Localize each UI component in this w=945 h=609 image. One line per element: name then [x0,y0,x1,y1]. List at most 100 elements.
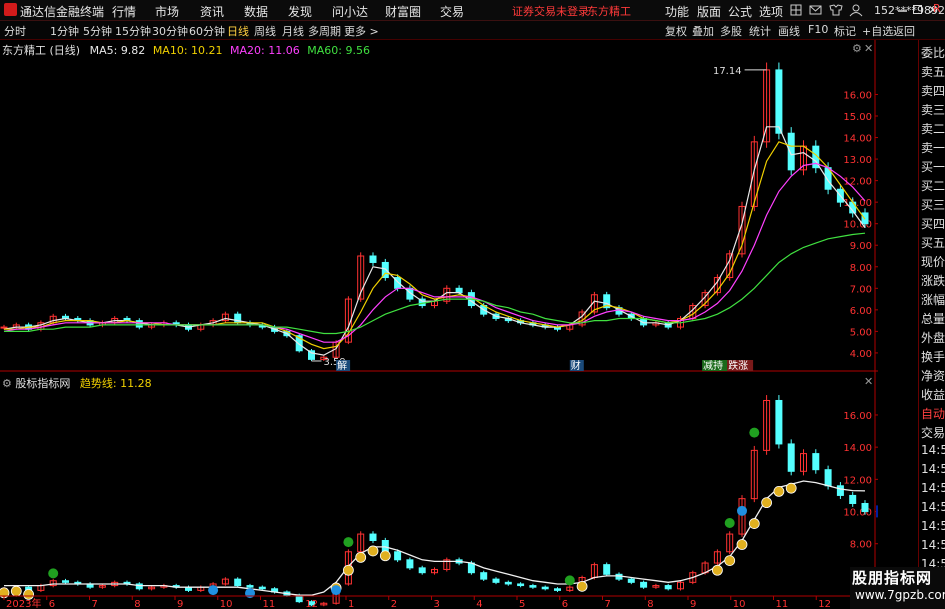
skin-icon[interactable] [829,4,843,16]
x-tick-label: 9 [690,599,696,609]
x-tick-label: 4 [476,599,482,609]
sidebar-item[interactable]: 委比 [921,44,945,61]
x-tick-label: 10 [220,599,233,609]
period-30min[interactable]: 30分钟 [152,23,188,39]
period-1min[interactable]: 1分钟 [50,23,79,39]
sidebar-item[interactable]: 14:56 [921,519,945,533]
close-panel-icon[interactable]: ✕ [864,42,873,55]
sidebar-item[interactable]: 买一 [921,158,945,175]
candle-body [135,320,143,328]
period-multi[interactable]: 多周期 [308,23,341,39]
menu-gongshi[interactable]: 公式 [728,3,752,20]
period-daily[interactable]: 日线 [227,23,249,39]
toolbar-corner-r[interactable]: R [933,2,941,15]
sidebar-item[interactable]: 现价 [921,253,945,270]
indicator-source: 股标指标网 [15,377,71,390]
minimize-icon[interactable] [897,3,909,16]
sidebar-item[interactable]: 交易 [921,424,945,441]
sidebar-item[interactable]: 收益 [921,386,945,403]
signal-coin [10,585,22,597]
gear-small-icon[interactable]: ⚙ [2,377,12,390]
sidebar-item[interactable]: 卖五 [921,63,945,80]
menu-caifuquan[interactable]: 财富圈 [385,3,421,20]
fuquan-button[interactable]: 复权 [665,23,687,39]
y-tick-label: 6.00 [850,306,872,317]
ind-y-tick-label: 12.00 [843,475,872,486]
menu-wenxiaoda[interactable]: 问小达 [332,3,368,20]
sidebar-item[interactable]: 涨跌 [921,272,945,289]
menu-zixun[interactable]: 资讯 [200,3,224,20]
candle-body [787,132,795,171]
sidebar-item[interactable]: 14:56 [921,481,945,495]
trade-login-notice[interactable]: 证券交易未登录 [512,3,589,19]
menu-jiaoyi[interactable]: 交易 [440,3,464,20]
period-weekly[interactable]: 周线 [254,23,276,39]
x-tick-label: 5 [519,599,525,609]
ind-candle-body [258,586,266,590]
event-finance: 财 [571,359,581,372]
stats-button[interactable]: 统计 [749,23,771,39]
signal-green [724,517,735,528]
sidebar-item[interactable]: 买三 [921,196,945,213]
signal-blue [208,585,219,596]
sidebar-item[interactable]: 买二 [921,177,945,194]
user-icon[interactable] [849,4,863,17]
sidebar-item[interactable]: 买五 [921,234,945,251]
sidebar-item[interactable]: 14:56 [921,462,945,476]
x-tick-label: 3 [434,599,440,609]
sidebar-item[interactable]: 自动 [921,405,945,422]
sidebar-item[interactable]: 卖一 [921,139,945,156]
mark-button[interactable]: 标记 [834,23,856,39]
ma-line-ma60 [4,232,866,335]
sidebar-item[interactable]: 14:56 [921,500,945,514]
sidebar-item[interactable]: 外盘 [921,329,945,346]
period-more[interactable]: 更多 > [344,23,379,39]
ind-y-tick-label: 16.00 [843,411,872,422]
message-icon[interactable] [809,5,822,15]
sidebar-item[interactable]: 买四 [921,215,945,232]
grid-icon[interactable] [790,4,802,16]
ind-candle-body [824,469,832,487]
period-5min[interactable]: 5分钟 [83,23,112,39]
menu-shichang[interactable]: 市场 [155,3,179,20]
menu-shuju[interactable]: 数据 [244,3,268,20]
maximize-icon[interactable] [912,3,924,16]
menu-banmian[interactable]: 版面 [697,3,721,20]
sidebar-item[interactable]: 卖四 [921,82,945,99]
ind-candle-body [664,585,672,590]
signal-blue [331,585,342,596]
ind-candle-body [517,583,525,587]
event-unlock: 解 [337,359,347,372]
menu-gongneng[interactable]: 功能 [665,3,689,20]
draw-line-button[interactable]: 画线 [778,23,800,39]
x-tick-label: 2023年 [6,597,41,609]
sidebar-item[interactable]: 换手 [921,348,945,365]
close-indicator-icon[interactable]: ✕ [864,375,873,388]
sidebar-item[interactable]: 净资 [921,367,945,384]
sidebar-item[interactable]: 14:56 [921,538,945,552]
period-monthly[interactable]: 月线 [282,23,304,39]
ind-candle-body [836,485,844,496]
sidebar-item[interactable]: 涨幅 [921,291,945,308]
settings-icon[interactable]: ⚙ [852,42,862,55]
period-60min[interactable]: 60分钟 [189,23,225,39]
menu-faxian[interactable]: 发现 [288,3,312,20]
menu-xuanxiang[interactable]: 选项 [759,3,783,20]
period-fenshi[interactable]: 分时 [4,23,26,39]
sidebar-item[interactable]: 卖二 [921,120,945,137]
watermark-url: www.7gpzb.com [855,588,945,602]
kline-chart[interactable]: 4.005.006.007.008.009.0010.0011.0012.001… [0,40,878,609]
menu-hangqing[interactable]: 行情 [112,3,136,20]
multi-stock-button[interactable]: 多股 [720,23,742,39]
sidebar-item[interactable]: 总量 [921,310,945,327]
indicator-name: 趋势线 [79,377,113,390]
f10-button[interactable]: F10 [808,23,828,36]
period-15min[interactable]: 15分钟 [115,23,151,39]
add-watchlist-button[interactable]: +自选 [862,23,893,39]
x-axis: 2023年67891011121234567891011121 [0,595,878,609]
sidebar-item[interactable]: 卖三 [921,101,945,118]
back-button[interactable]: 返回 [893,23,915,39]
sidebar-item[interactable]: 14:56 [921,443,945,457]
ind-candle-body [504,581,512,585]
overlay-button[interactable]: 叠加 [692,23,714,39]
